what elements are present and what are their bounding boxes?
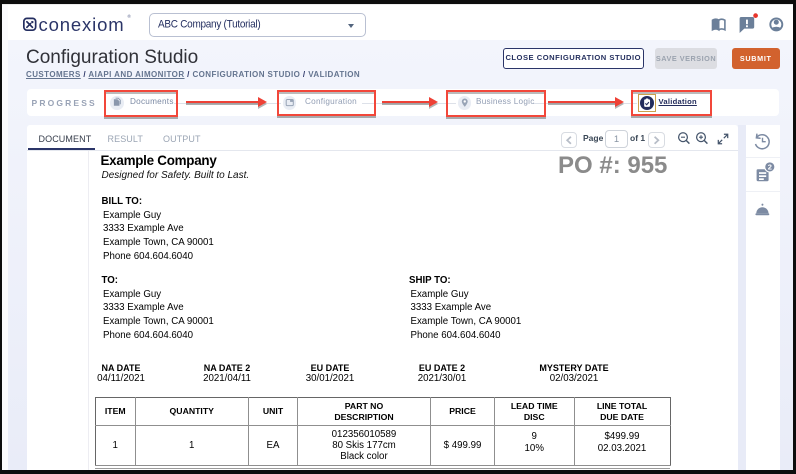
svg-text:2: 2 <box>768 163 772 172</box>
